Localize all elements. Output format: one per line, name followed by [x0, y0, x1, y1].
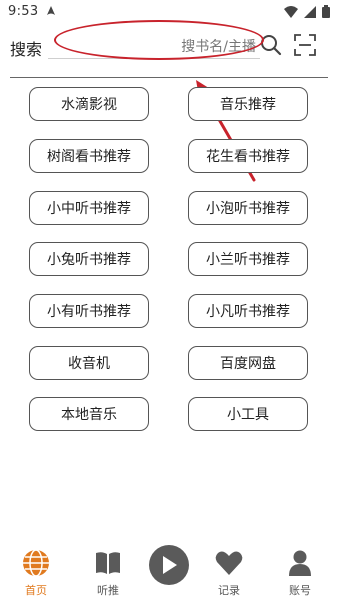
status-icons [284, 5, 330, 18]
nav-label-history: 记录 [218, 584, 240, 597]
play-icon [163, 556, 177, 574]
globe-icon [23, 549, 49, 577]
menu-button-xiaopao-audio[interactable]: 小泡听书推荐 [188, 191, 308, 225]
nav-label-account: 账号 [289, 584, 311, 597]
menu-button-xiaozhong-audio[interactable]: 小中听书推荐 [29, 191, 149, 225]
nav-label-home: 首页 [25, 584, 47, 597]
wifi-icon [284, 5, 298, 18]
annotation-ellipse [54, 20, 264, 60]
menu-button-xiaotu-audio[interactable]: 小兔听书推荐 [29, 242, 149, 276]
person-icon [289, 550, 311, 576]
menu-button-xiaofan-audio[interactable]: 小凡听书推荐 [188, 294, 308, 328]
notification-app-icon [47, 6, 55, 15]
nav-tab-account[interactable]: 账号 [275, 540, 325, 600]
divider [10, 77, 328, 78]
menu-button-tools[interactable]: 小工具 [188, 397, 308, 431]
search-label: 搜索 [10, 40, 43, 59]
menu-button-huasheng-reading[interactable]: 花生看书推荐 [188, 139, 308, 173]
nav-tab-history[interactable]: 记录 [204, 540, 254, 600]
heart-icon [215, 551, 243, 575]
nav-label-listen: 听推 [97, 584, 119, 597]
menu-button-shuidi-video[interactable]: 水滴影视 [29, 87, 149, 121]
menu-button-local-music[interactable]: 本地音乐 [29, 397, 149, 431]
book-icon [96, 552, 120, 574]
battery-icon [322, 5, 330, 18]
menu-button-xiaolan-audio[interactable]: 小兰听书推荐 [188, 242, 308, 276]
menu-button-radio[interactable]: 收音机 [29, 346, 149, 380]
play-button[interactable] [149, 545, 189, 585]
signal-icon [304, 5, 316, 18]
menu-button-baidu-netdisk[interactable]: 百度网盘 [188, 346, 308, 380]
menu-button-xiaoyou-audio[interactable]: 小有听书推荐 [29, 294, 149, 328]
menu-button-music-recommend[interactable]: 音乐推荐 [188, 87, 308, 121]
nav-tab-home[interactable]: 首页 [11, 540, 61, 600]
status-time: 9:53 [8, 4, 39, 19]
scan-icon[interactable] [294, 34, 316, 56]
bottom-nav: 首页 听推 记录 账号 [0, 540, 338, 600]
nav-tab-listen[interactable]: 听推 [83, 540, 133, 600]
menu-button-shuge-reading[interactable]: 树阁看书推荐 [29, 139, 149, 173]
